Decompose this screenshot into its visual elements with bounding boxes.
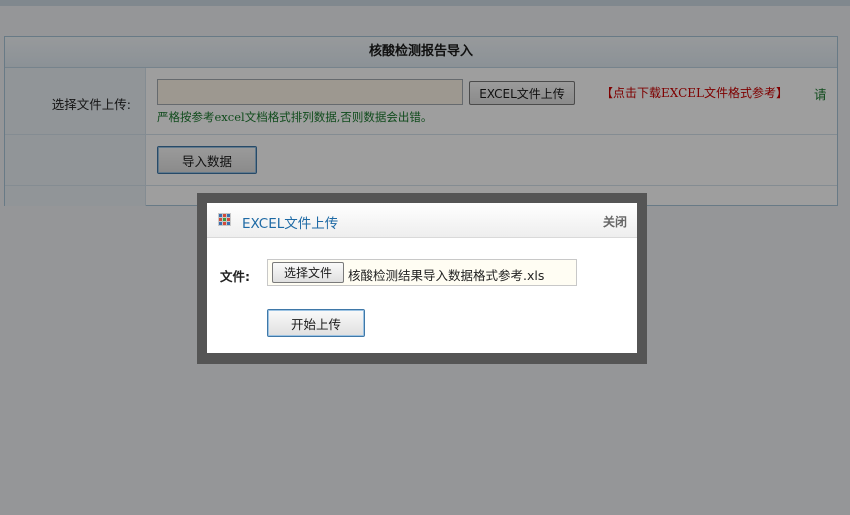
choose-file-button[interactable]: 选择文件 <box>272 262 344 283</box>
dialog-title: EXCEL文件上传 <box>242 216 339 232</box>
upload-dialog: EXCEL文件上传 关闭 文件: 选择文件 核酸检测结果导入数据格式参考.xls… <box>207 203 637 353</box>
grid-icon <box>218 213 231 226</box>
selected-file-name: 核酸检测结果导入数据格式参考.xls <box>348 268 545 283</box>
close-button[interactable]: 关闭 <box>603 213 627 230</box>
upload-dialog-frame: EXCEL文件上传 关闭 文件: 选择文件 核酸检测结果导入数据格式参考.xls… <box>197 193 647 364</box>
start-upload-button[interactable]: 开始上传 <box>267 309 365 337</box>
file-label: 文件: <box>220 269 250 284</box>
file-input[interactable]: 选择文件 核酸检测结果导入数据格式参考.xls <box>267 259 577 286</box>
dialog-header[interactable]: EXCEL文件上传 关闭 <box>207 203 637 238</box>
